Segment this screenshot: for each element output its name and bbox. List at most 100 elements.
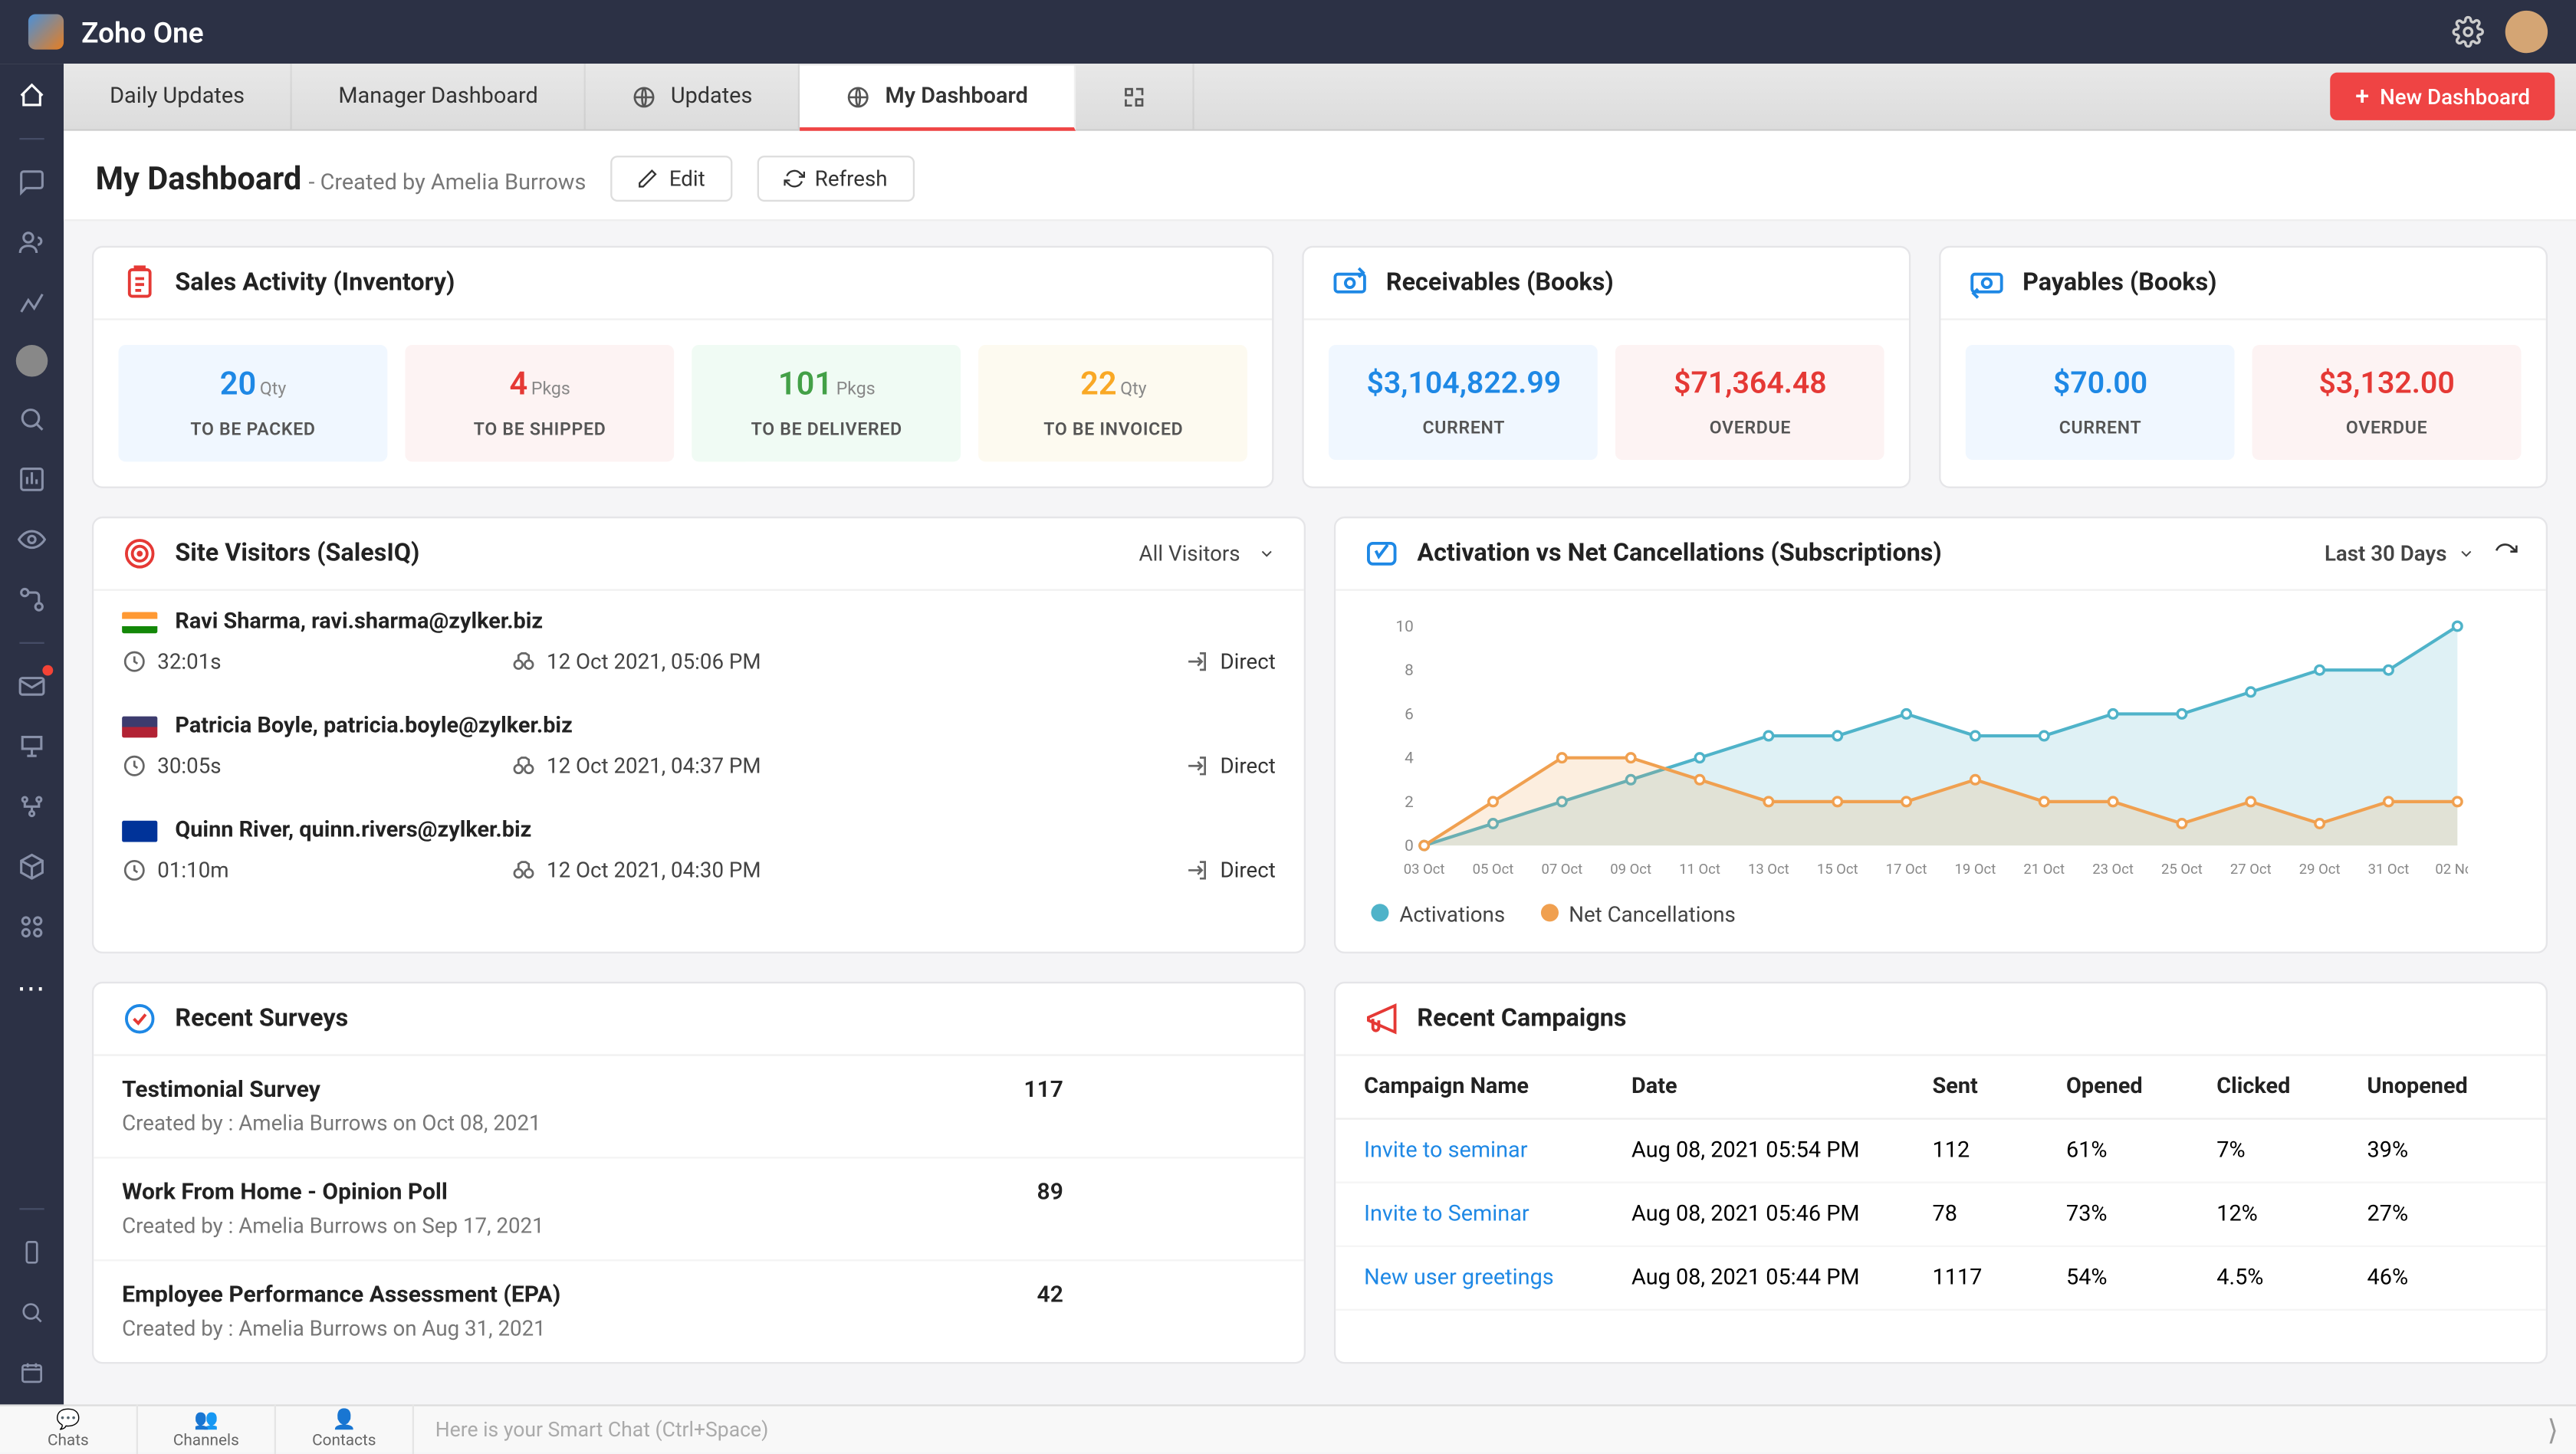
nav-search-icon[interactable] (14, 402, 49, 437)
nav-mail-icon[interactable] (14, 668, 49, 704)
bottom-bar: 💬Chats 👥Channels 👤Contacts Here is your … (0, 1404, 2576, 1452)
sales-tile[interactable]: 22Qty TO BE INVOICED (979, 345, 1248, 461)
left-nav-rail: ⋯ (0, 64, 64, 1404)
nav-separator (19, 642, 44, 644)
visitor-row[interactable]: Ravi Sharma, ravi.sharma@zylker.biz 32:0… (94, 591, 1303, 695)
svg-text:21 Oct: 21 Oct (2023, 861, 2065, 878)
card-title: Sales Activity (Inventory) (175, 269, 455, 297)
nav-chat-icon[interactable] (14, 165, 49, 200)
footer-contacts[interactable]: 👤Contacts (276, 1404, 414, 1454)
refresh-button[interactable]: Refresh (757, 156, 915, 202)
nav-flow-icon[interactable] (14, 582, 49, 617)
dashboard-title: My Dashboard (96, 160, 302, 197)
nav-desk-icon[interactable] (14, 729, 49, 764)
survey-row[interactable]: Testimonial SurveyCreated by : Amelia Bu… (94, 1056, 1303, 1157)
nav-reports-icon[interactable] (14, 461, 49, 497)
nav-view-icon[interactable] (14, 522, 49, 557)
clipboard-icon (122, 265, 157, 300)
campaign-link[interactable]: Invite to seminar (1364, 1137, 1631, 1164)
tab-manager-dashboard[interactable]: Manager Dashboard (292, 64, 586, 129)
nav-calendar-icon[interactable] (14, 1355, 49, 1390)
target-icon (122, 536, 157, 571)
svg-text:02 Nov: 02 Nov (2435, 861, 2468, 878)
visitor-row[interactable]: Quinn River, quinn.rivers@zylker.biz 01:… (94, 799, 1303, 904)
refresh-icon[interactable] (2493, 541, 2518, 566)
campaign-row: New user greetings Aug 08, 2021 05:44 PM… (1336, 1247, 2545, 1311)
footer-expand-icon[interactable]: ⟩ (2529, 1413, 2576, 1446)
clock-icon (122, 858, 146, 882)
footer-chats[interactable]: 💬Chats (0, 1404, 138, 1454)
sales-activity-card: Sales Activity (Inventory) 20Qty TO BE P… (92, 246, 1275, 488)
card-title: Payables (Books) (2022, 269, 2216, 297)
campaign-link[interactable]: Invite to Seminar (1364, 1201, 1631, 1228)
nav-profile-icon[interactable] (16, 345, 48, 377)
card-title: Recent Surveys (175, 1005, 348, 1033)
svg-text:15 Oct: 15 Oct (1817, 861, 1858, 878)
binoculars-icon (511, 858, 536, 882)
card-title: Site Visitors (SalesIQ) (175, 540, 419, 568)
svg-text:31 Oct: 31 Oct (2368, 861, 2410, 878)
globe-icon (846, 84, 871, 109)
nav-search2-icon[interactable] (14, 1295, 49, 1330)
settings-icon[interactable] (2452, 16, 2484, 48)
site-visitors-card: Site Visitors (SalesIQ) All Visitors Rav… (92, 517, 1306, 953)
visitor-row[interactable]: Patricia Boyle, patricia.boyle@zylker.bi… (94, 695, 1303, 799)
pencil-icon (637, 168, 659, 189)
edit-button[interactable]: Edit (611, 156, 732, 202)
dashboard-byline: - Created by Amelia Burrows (308, 169, 586, 195)
nav-box-icon[interactable] (14, 849, 49, 885)
svg-text:03 Oct: 03 Oct (1404, 861, 1445, 878)
survey-row[interactable]: Work From Home - Opinion PollCreated by … (94, 1157, 1303, 1259)
activation-chart-card: Activation vs Net Cancellations (Subscri… (1334, 517, 2548, 953)
svg-text:6: 6 (1405, 705, 1414, 724)
nav-more-icon[interactable]: ⋯ (14, 970, 49, 1005)
footer-channels[interactable]: 👥Channels (138, 1404, 276, 1454)
tab-extra[interactable] (1076, 64, 1194, 129)
svg-text:8: 8 (1405, 661, 1414, 680)
nav-home-icon[interactable] (14, 78, 49, 113)
activation-chart: 024681003 Oct05 Oct07 Oct09 Oct11 Oct13 … (1371, 615, 2468, 881)
smart-chat-input[interactable]: Here is your Smart Chat (Ctrl+Space) (414, 1416, 2529, 1441)
app-header: Zoho One (0, 0, 2576, 64)
svg-text:29 Oct: 29 Oct (2299, 861, 2341, 878)
svg-text:0: 0 (1405, 837, 1414, 855)
svg-text:4: 4 (1405, 750, 1414, 768)
svg-text:27 Oct: 27 Oct (2230, 861, 2272, 878)
sales-tile[interactable]: 4Pkgs TO BE SHIPPED (406, 345, 675, 461)
new-dashboard-button[interactable]: +New Dashboard (2331, 73, 2555, 120)
app-title: Zoho One (81, 15, 2452, 49)
money-in-icon (1333, 265, 1368, 300)
user-avatar[interactable] (2505, 11, 2548, 53)
svg-text:09 Oct: 09 Oct (1610, 861, 1651, 878)
svg-text:19 Oct: 19 Oct (1955, 861, 1996, 878)
survey-row[interactable]: Employee Performance Assessment (EPA)Cre… (94, 1259, 1303, 1362)
flag-icon (122, 820, 157, 842)
range-selector[interactable]: Last 30 Days (2325, 541, 2475, 566)
binoculars-icon (511, 753, 536, 778)
refresh-icon (783, 168, 804, 189)
nav-people-icon[interactable] (14, 225, 49, 260)
tab-my-dashboard[interactable]: My Dashboard (800, 65, 1076, 130)
nav-integrations-icon[interactable] (14, 789, 49, 824)
tab-updates[interactable]: Updates (586, 64, 800, 129)
nav-mobile-icon[interactable] (14, 1235, 49, 1270)
dashboard-header: My Dashboard - Created by Amelia Burrows… (64, 131, 2576, 222)
subscription-icon (1364, 536, 1399, 571)
card-title: Activation vs Net Cancellations (Subscri… (1417, 540, 1941, 568)
sales-tile[interactable]: 101Pkgs TO BE DELIVERED (692, 345, 961, 461)
receivables-current: $3,104,822.99CURRENT (1329, 345, 1598, 460)
card-title: Recent Campaigns (1417, 1005, 1626, 1033)
nav-separator (19, 1208, 44, 1209)
globe-icon (632, 84, 656, 109)
exit-icon (1184, 753, 1209, 778)
nav-apps-icon[interactable] (14, 909, 49, 944)
campaigns-header-row: Campaign NameDateSentOpenedClickedUnopen… (1336, 1056, 2545, 1120)
sales-tile[interactable]: 20Qty TO BE PACKED (119, 345, 388, 461)
tab-daily-updates[interactable]: Daily Updates (64, 64, 292, 129)
nav-analytics-icon[interactable] (14, 285, 49, 320)
campaign-link[interactable]: New user greetings (1364, 1265, 1631, 1292)
flag-icon (122, 611, 157, 632)
visitors-filter[interactable]: All Visitors (1139, 541, 1276, 566)
receivables-overdue: $71,364.48OVERDUE (1616, 345, 1885, 460)
dashboard-tabs: Daily Updates Manager Dashboard Updates … (64, 64, 2576, 131)
